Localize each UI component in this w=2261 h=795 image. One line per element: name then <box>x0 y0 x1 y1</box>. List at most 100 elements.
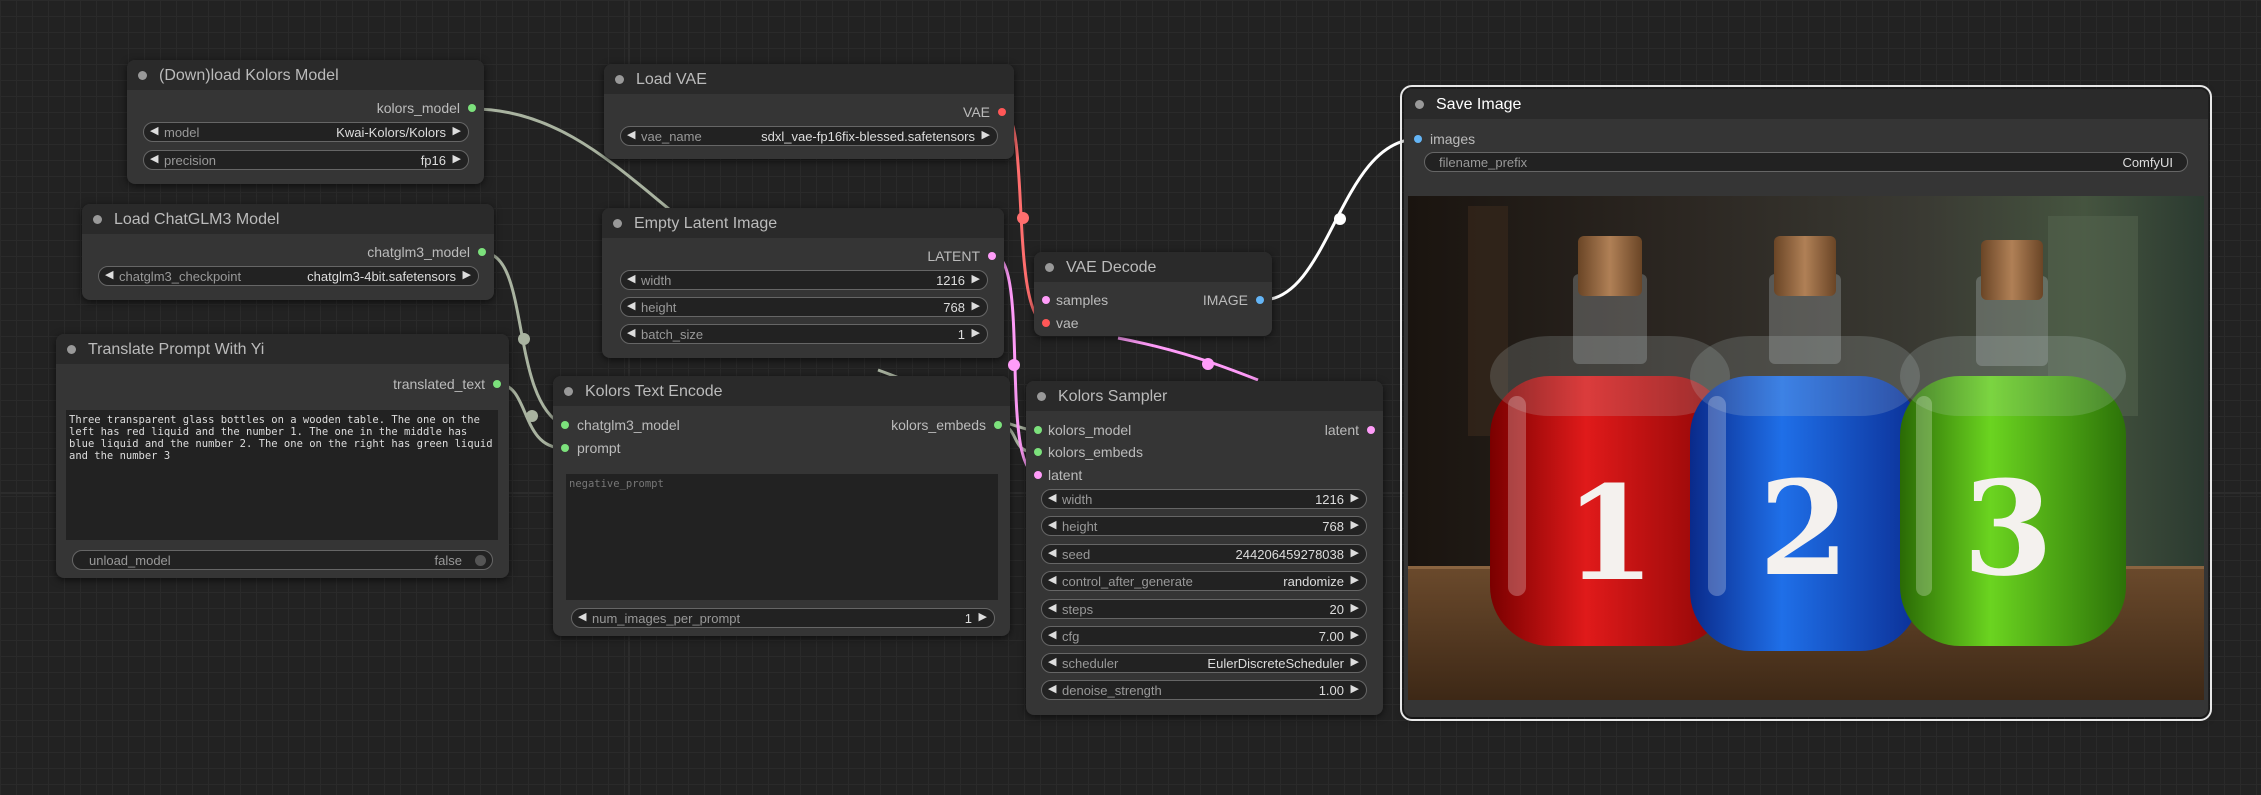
decrement-arrow-icon[interactable]: ◀ <box>150 124 158 137</box>
increment-arrow-icon[interactable]: ▶ <box>1351 682 1359 695</box>
image-preview[interactable]: 1 2 3 <box>1408 196 2204 700</box>
increment-arrow-icon[interactable]: ▶ <box>972 272 980 285</box>
precision-combo[interactable]: ◀ precision fp16 ▶ <box>143 150 469 170</box>
node-title-bar[interactable]: Load VAE <box>604 64 1014 94</box>
increment-arrow-icon[interactable]: ▶ <box>1351 655 1359 668</box>
output-socket[interactable] <box>493 380 501 388</box>
decrement-arrow-icon[interactable]: ◀ <box>627 128 635 141</box>
decrement-arrow-icon[interactable]: ◀ <box>105 268 113 281</box>
width-number[interactable]: ◀ width 1216 ▶ <box>620 270 988 290</box>
negative-prompt-textarea[interactable]: negative_prompt <box>566 474 998 600</box>
prompt-textarea[interactable]: Three transparent glass bottles on a woo… <box>66 410 498 540</box>
increment-arrow-icon[interactable]: ▶ <box>982 128 990 141</box>
increment-arrow-icon[interactable]: ▶ <box>1351 491 1359 504</box>
num-images-number[interactable]: ◀ num_images_per_prompt 1 ▶ <box>571 608 995 628</box>
link-midpoint[interactable] <box>1008 359 1020 371</box>
decrement-arrow-icon[interactable]: ◀ <box>1048 628 1056 641</box>
node-title-bar[interactable]: Kolors Text Encode <box>553 376 1010 406</box>
input-socket[interactable] <box>1034 448 1042 456</box>
kolors-sampler-node[interactable]: Kolors Sampler kolors_model kolors_embed… <box>1026 381 1383 715</box>
collapse-dot[interactable] <box>67 345 76 354</box>
collapse-dot[interactable] <box>564 387 573 396</box>
node-title-bar[interactable]: (Down)load Kolors Model <box>127 60 484 90</box>
node-title-bar[interactable]: Empty Latent Image <box>602 208 1004 238</box>
output-socket[interactable] <box>468 104 476 112</box>
increment-arrow-icon[interactable]: ▶ <box>1351 546 1359 559</box>
kolors-text-encode-node[interactable]: Kolors Text Encode chatglm3_model prompt… <box>553 376 1010 636</box>
load-vae-node[interactable]: Load VAE VAE ◀ vae_name sdxl_vae-fp16fix… <box>604 64 1014 159</box>
model-combo[interactable]: ◀ model Kwai-Kolors/Kolors ▶ <box>143 122 469 142</box>
decrement-arrow-icon[interactable]: ◀ <box>627 326 635 339</box>
link-midpoint[interactable] <box>1202 358 1214 370</box>
decrement-arrow-icon[interactable]: ◀ <box>1048 518 1056 531</box>
link-midpoint[interactable] <box>518 333 530 345</box>
height-number[interactable]: ◀ height 768 ▶ <box>620 297 988 317</box>
save-image-node[interactable]: Save Image images filename_prefix ComfyU… <box>1400 85 2212 721</box>
collapse-dot[interactable] <box>93 215 102 224</box>
increment-arrow-icon[interactable]: ▶ <box>463 268 471 281</box>
cfg-number[interactable]: ◀ cfg 7.00 ▶ <box>1041 626 1367 646</box>
seed-number[interactable]: ◀ seed 244206459278038 ▶ <box>1041 544 1367 564</box>
decrement-arrow-icon[interactable]: ◀ <box>1048 546 1056 559</box>
increment-arrow-icon[interactable]: ▶ <box>972 299 980 312</box>
increment-arrow-icon[interactable]: ▶ <box>1351 573 1359 586</box>
increment-arrow-icon[interactable]: ▶ <box>1351 601 1359 614</box>
decrement-arrow-icon[interactable]: ◀ <box>627 299 635 312</box>
link-midpoint[interactable] <box>526 410 538 422</box>
decrement-arrow-icon[interactable]: ◀ <box>1048 655 1056 668</box>
increment-arrow-icon[interactable]: ▶ <box>979 610 987 623</box>
translate-prompt-node[interactable]: Translate Prompt With Yi translated_text… <box>56 334 509 578</box>
node-title-bar[interactable]: Load ChatGLM3 Model <box>82 204 494 234</box>
link-midpoint[interactable] <box>1334 213 1346 225</box>
decrement-arrow-icon[interactable]: ◀ <box>1048 601 1056 614</box>
output-socket[interactable] <box>994 421 1002 429</box>
increment-arrow-icon[interactable]: ▶ <box>1351 518 1359 531</box>
input-socket[interactable] <box>1034 426 1042 434</box>
empty-latent-node[interactable]: Empty Latent Image LATENT ◀ width 1216 ▶… <box>602 208 1004 358</box>
decrement-arrow-icon[interactable]: ◀ <box>1048 491 1056 504</box>
kolors-loader-node[interactable]: (Down)load Kolors Model kolors_model ◀ m… <box>127 60 484 184</box>
control-after-generate-combo[interactable]: ◀ control_after_generate randomize ▶ <box>1041 571 1367 591</box>
increment-arrow-icon[interactable]: ▶ <box>1351 628 1359 641</box>
output-socket[interactable] <box>988 252 996 260</box>
input-socket[interactable] <box>1042 296 1050 304</box>
increment-arrow-icon[interactable]: ▶ <box>972 326 980 339</box>
output-socket[interactable] <box>1256 296 1264 304</box>
chatglm-loader-node[interactable]: Load ChatGLM3 Model chatglm3_model ◀ cha… <box>82 204 494 300</box>
collapse-dot[interactable] <box>1045 263 1054 272</box>
decrement-arrow-icon[interactable]: ◀ <box>627 272 635 285</box>
checkpoint-combo[interactable]: ◀ chatglm3_checkpoint chatglm3-4bit.safe… <box>98 266 479 286</box>
vae-decode-node[interactable]: VAE Decode samples vae IMAGE <box>1034 252 1272 336</box>
collapse-dot[interactable] <box>613 219 622 228</box>
decrement-arrow-icon[interactable]: ◀ <box>578 610 586 623</box>
denoise-strength-number[interactable]: ◀ denoise_strength 1.00 ▶ <box>1041 680 1367 700</box>
node-title-bar[interactable]: Save Image <box>1404 89 2208 119</box>
decrement-arrow-icon[interactable]: ◀ <box>150 152 158 165</box>
input-socket[interactable] <box>1042 319 1050 327</box>
output-socket[interactable] <box>478 248 486 256</box>
vae-name-combo[interactable]: ◀ vae_name sdxl_vae-fp16fix-blessed.safe… <box>620 126 998 146</box>
decrement-arrow-icon[interactable]: ◀ <box>1048 682 1056 695</box>
width-number[interactable]: ◀ width 1216 ▶ <box>1041 489 1367 509</box>
node-title-bar[interactable]: Kolors Sampler <box>1026 381 1383 411</box>
collapse-dot[interactable] <box>1415 100 1424 109</box>
height-number[interactable]: ◀ height 768 ▶ <box>1041 516 1367 536</box>
steps-number[interactable]: ◀ steps 20 ▶ <box>1041 599 1367 619</box>
collapse-dot[interactable] <box>1037 392 1046 401</box>
increment-arrow-icon[interactable]: ▶ <box>453 124 461 137</box>
filename-prefix-field[interactable]: filename_prefix ComfyUI <box>1424 152 2188 172</box>
output-socket[interactable] <box>998 108 1006 116</box>
batch-size-number[interactable]: ◀ batch_size 1 ▶ <box>620 324 988 344</box>
decrement-arrow-icon[interactable]: ◀ <box>1048 573 1056 586</box>
collapse-dot[interactable] <box>138 71 147 80</box>
toggle-knob-icon[interactable] <box>475 555 486 566</box>
input-socket[interactable] <box>1034 471 1042 479</box>
link-midpoint[interactable] <box>1017 212 1029 224</box>
collapse-dot[interactable] <box>615 75 624 84</box>
node-title-bar[interactable]: Translate Prompt With Yi <box>56 334 509 364</box>
input-socket[interactable] <box>561 444 569 452</box>
input-socket[interactable] <box>561 421 569 429</box>
increment-arrow-icon[interactable]: ▶ <box>453 152 461 165</box>
scheduler-combo[interactable]: ◀ scheduler EulerDiscreteScheduler ▶ <box>1041 653 1367 673</box>
input-socket[interactable] <box>1414 135 1422 143</box>
